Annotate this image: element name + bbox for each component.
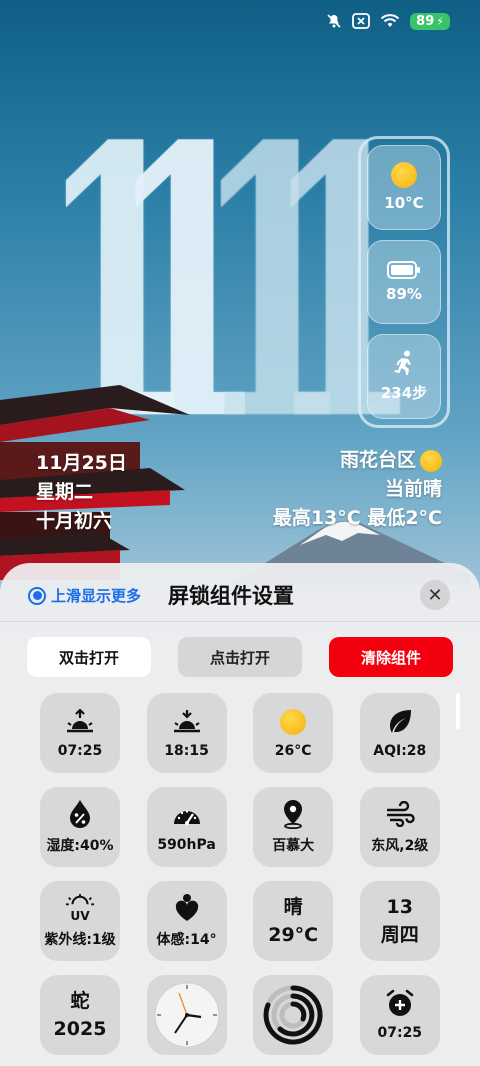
gauge-icon (173, 810, 200, 825)
weather-widget[interactable]: 10°C (367, 145, 441, 230)
activity-ring-tile[interactable] (253, 975, 334, 1055)
tile-label: 07:25 (57, 743, 103, 759)
sheet-header: 上滑显示更多 屏锁组件设置 ✕ (0, 563, 480, 623)
sun-icon (391, 162, 417, 189)
battery-icon (387, 261, 420, 279)
calendar-tile[interactable]: 13 周四 (359, 881, 440, 961)
radio-dot-icon (28, 586, 46, 605)
tile-label: 590hPa (157, 837, 216, 853)
steps-widget-value: 234步 (380, 384, 428, 403)
tile-label: 26°C (274, 743, 312, 759)
swipe-up-hint[interactable]: 上滑显示更多 (28, 585, 141, 606)
close-icon: ✕ (427, 584, 443, 606)
sunset-tile[interactable]: 18:15 (146, 693, 227, 773)
zodiac-year-tile[interactable]: 蛇 2025 (40, 975, 120, 1055)
charging-bolt-icon: ⚡ (436, 14, 444, 28)
wind-tile[interactable]: 东风,2级 (359, 787, 440, 867)
tile-label: 紫外线:1级 (44, 932, 116, 948)
humidity-tile[interactable]: 湿度:40% (40, 787, 120, 867)
location-label: 雨花台区 (339, 449, 416, 471)
tap-open-button[interactable]: 点击打开 (178, 637, 302, 677)
widget-grid: 07:25 18:15 26°C AQI:28 湿度:40% 590hPa 百慕… (40, 693, 440, 1055)
side-widget-stack[interactable]: 10°C 89% 234步 (358, 136, 450, 428)
runner-icon (394, 350, 411, 376)
alarm-icon (386, 989, 414, 1016)
weather-condition: 当前晴 (384, 478, 442, 500)
location-tile[interactable]: 百慕大 (253, 787, 334, 867)
svg-text:UV: UV (70, 909, 90, 923)
mute-icon (327, 14, 341, 28)
sunrise-tile[interactable]: 07:25 (40, 693, 120, 773)
tile-label: 东风,2级 (371, 838, 429, 854)
aqi-tile[interactable]: AQI:28 (359, 693, 440, 773)
feels-like-tile[interactable]: 体感:14° (146, 881, 227, 961)
battery-level: 89 (416, 13, 435, 29)
uv-icon: UV (65, 893, 95, 923)
weather-widget-value: 10°C (384, 194, 424, 213)
battery-indicator: 89 ⚡ (410, 12, 450, 30)
sun-icon (280, 709, 307, 735)
swipe-up-hint-label: 上滑显示更多 (51, 587, 142, 605)
humidity-icon (70, 800, 90, 828)
close-button[interactable]: ✕ (420, 580, 450, 610)
battery-widget-value: 89% (386, 285, 422, 303)
battery-widget[interactable]: 89% (367, 239, 441, 325)
leaf-icon (389, 710, 411, 733)
sun-icon (420, 449, 442, 472)
analog-clock-tile[interactable] (146, 975, 227, 1055)
analog-clock-icon (154, 982, 220, 1048)
sunrise-icon (67, 709, 93, 733)
action-button-row: 双击打开 点击打开 清除组件 (27, 637, 453, 677)
zodiac-label: 蛇 (70, 990, 90, 1012)
double-tap-open-button[interactable]: 双击打开 (27, 637, 151, 677)
close-box-icon (352, 13, 371, 29)
uv-tile[interactable]: UV 紫外线:1级 (40, 881, 120, 961)
tile-label: 百慕大 (272, 838, 315, 854)
tile-label: 18:15 (164, 743, 209, 759)
temperature-range: 最高13°C 最低2°C (272, 507, 442, 529)
tile-label: 体感:14° (156, 932, 217, 948)
tile-label: 湿度:40% (46, 838, 114, 854)
location-pin-icon (284, 800, 303, 829)
date-line: 11月25日 (36, 452, 127, 474)
year-label: 2025 (53, 1018, 107, 1040)
weather-info: 雨花台区 当前晴 最高13°C 最低2°C (273, 446, 442, 533)
scrollbar[interactable] (456, 693, 460, 729)
calendar-day: 13 (386, 896, 413, 918)
sunset-icon (173, 710, 200, 733)
lunar-date-line: 十月初六 (36, 510, 113, 532)
calendar-weekday: 周四 (380, 924, 419, 946)
pressure-tile[interactable]: 590hPa (146, 787, 227, 867)
status-bar: 89 ⚡ (326, 10, 450, 32)
weather-temperature: 29°C (268, 924, 319, 946)
weekday-line: 星期二 (36, 481, 94, 503)
widget-settings-sheet: 上滑显示更多 屏锁组件设置 ✕ 双击打开 点击打开 清除组件 07:25 18:… (0, 563, 480, 1066)
activity-ring-icon (263, 985, 323, 1045)
steps-widget[interactable]: 234步 (367, 334, 441, 420)
wind-icon (386, 801, 415, 827)
date-info: 11月25日 星期二 十月初六 (36, 449, 127, 536)
weather-text-tile[interactable]: 晴 29°C (253, 881, 334, 961)
divider (0, 621, 480, 622)
heart-body-icon (175, 894, 198, 921)
temperature-tile[interactable]: 26°C (253, 693, 334, 773)
tile-label: AQI:28 (373, 743, 427, 759)
clear-widgets-button[interactable]: 清除组件 (329, 637, 453, 677)
sheet-title: 屏锁组件设置 (168, 584, 294, 608)
wifi-icon (380, 14, 400, 27)
alarm-tile[interactable]: 07:25 (359, 975, 440, 1055)
tile-label: 07:25 (377, 1025, 423, 1041)
weather-condition: 晴 (283, 896, 303, 918)
